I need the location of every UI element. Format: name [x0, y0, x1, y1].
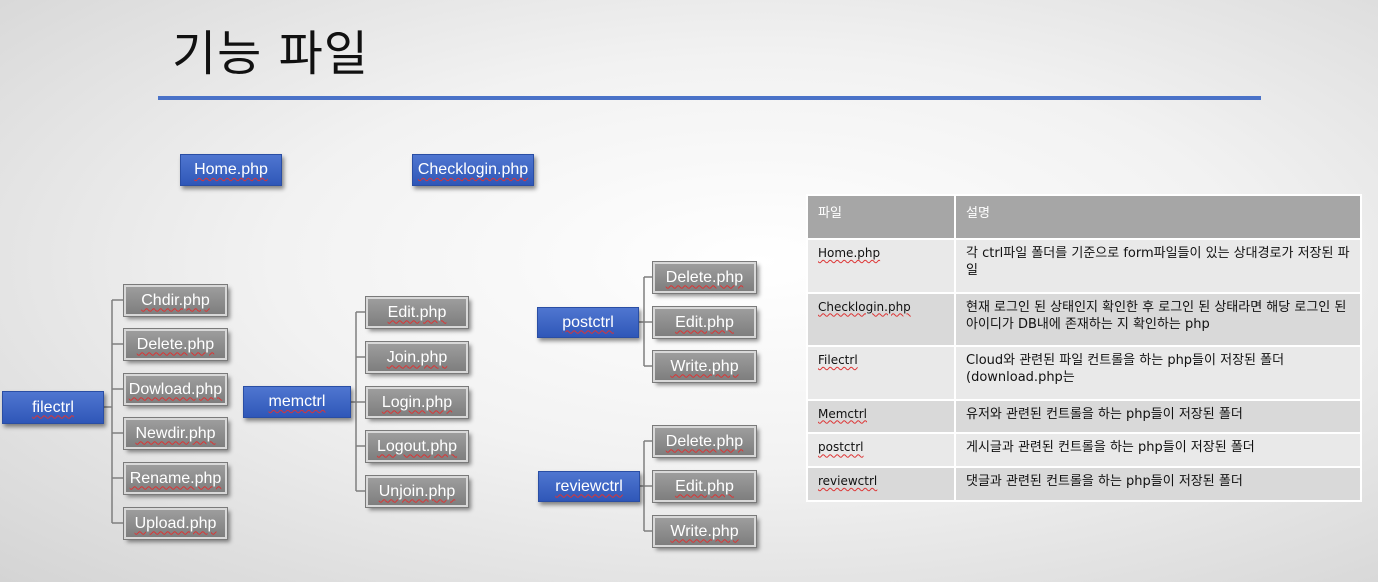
- postctrl-file-box: Edit.php: [652, 306, 757, 339]
- reviewctrl-file-box: Write.php: [652, 515, 757, 548]
- table-row: Checklogin.php 현재 로그인 된 상태인지 확인한 후 로그인 된…: [806, 291, 1362, 348]
- filectrl-file-box: Newdir.php: [123, 417, 228, 450]
- filectrl-file-box: Rename.php: [123, 462, 228, 495]
- filectrl-file-box: Dowload.php: [123, 373, 228, 406]
- row-file: Filectrl: [818, 353, 858, 368]
- row-description: 각 ctrl파일 폴더를 기준으로 form파일들이 있는 상대경로가 저장된 …: [954, 238, 1362, 294]
- table-header-row: 파일 설명: [806, 194, 1362, 240]
- reviewctrl-folder-box: reviewctrl: [538, 471, 640, 502]
- filectrl-file-box: Upload.php: [123, 507, 228, 540]
- table-row: Memctrl 유저와 관련된 컨트롤을 하는 php들이 저장된 폴더: [806, 398, 1362, 435]
- memctrl-file-box: Edit.php: [365, 296, 469, 329]
- table-row: reviewctrl 댓글과 관련된 컨트롤을 하는 php들이 저장된 폴더: [806, 466, 1362, 502]
- row-file: Home.php: [818, 246, 881, 260]
- table-row: postctrl 게시글과 관련된 컨트롤을 하는 php들이 저장된 폴더: [806, 432, 1362, 469]
- postctrl-folder-box: postctrl: [537, 307, 639, 338]
- home-php-box: Home.php: [180, 154, 282, 186]
- filectrl-file-box: Chdir.php: [123, 284, 228, 317]
- memctrl-file-box: Login.php: [365, 386, 469, 419]
- postctrl-file-box: Delete.php: [652, 261, 757, 294]
- memctrl-file-box: Logout.php: [365, 430, 469, 463]
- table-row: Home.php 각 ctrl파일 폴더를 기준으로 form파일들이 있는 상…: [806, 238, 1362, 294]
- filectrl-file-box: Delete.php: [123, 328, 228, 361]
- header-description: 설명: [954, 194, 1362, 240]
- row-file: Checklogin.php: [818, 299, 911, 314]
- table-row: Filectrl Cloud와 관련된 파일 컨트롤을 하는 php들이 저장된…: [806, 345, 1362, 401]
- row-description: Cloud와 관련된 파일 컨트롤을 하는 php들이 저장된 폴더 (down…: [954, 345, 1362, 401]
- header-file: 파일: [806, 194, 956, 240]
- reviewctrl-file-box: Delete.php: [652, 425, 757, 458]
- filectrl-folder-box: filectrl: [2, 391, 104, 424]
- row-description: 게시글과 관련된 컨트롤을 하는 php들이 저장된 폴더: [954, 432, 1362, 469]
- row-file: postctrl: [818, 440, 864, 455]
- memctrl-file-box: Unjoin.php: [365, 475, 469, 508]
- row-description: 현재 로그인 된 상태인지 확인한 후 로그인 된 상태라면 해당 로그인 된 …: [954, 291, 1362, 348]
- row-file: Memctrl: [818, 406, 867, 421]
- checklogin-php-box: Checklogin.php: [412, 154, 534, 186]
- memctrl-file-box: Join.php: [365, 341, 469, 374]
- row-description: 유저와 관련된 컨트롤을 하는 php들이 저장된 폴더: [954, 398, 1362, 435]
- file-description-table: 파일 설명 Home.php 각 ctrl파일 폴더를 기준으로 form파일들…: [806, 194, 1362, 502]
- postctrl-file-box: Write.php: [652, 350, 757, 383]
- reviewctrl-file-box: Edit.php: [652, 470, 757, 503]
- row-file: reviewctrl: [818, 474, 878, 489]
- row-description: 댓글과 관련된 컨트롤을 하는 php들이 저장된 폴더: [954, 466, 1362, 502]
- memctrl-folder-box: memctrl: [243, 386, 351, 418]
